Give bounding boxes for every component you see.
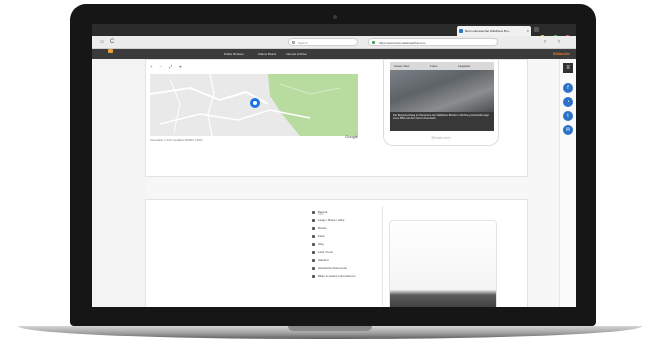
site-logo[interactable]: Bildarchiv xyxy=(553,49,570,59)
webcam xyxy=(333,15,337,19)
list-item[interactable]: Bilder & weitere Informationen xyxy=(312,274,392,282)
list-item[interactable]: Weg xyxy=(312,242,392,250)
bookmark-flag-icon xyxy=(108,49,113,53)
web-page: + − ⤢ ⌖ Kartendaten © 2017 GeoBasis-DE/B… xyxy=(92,59,576,307)
bookmarks-bar: Public libraries Claims Board Internet A… xyxy=(92,49,576,59)
bridge-photo[interactable] xyxy=(390,70,494,112)
google-logo: Google xyxy=(345,134,358,139)
search-icon xyxy=(292,41,295,44)
info-icon xyxy=(312,211,315,214)
list-item[interactable]: Fluss xyxy=(312,234,392,242)
info-icon xyxy=(312,251,315,254)
favicon-icon xyxy=(459,29,463,33)
details-card: Bauzeit 1908 Länge / Breite / Höhe Brück… xyxy=(145,199,528,307)
list-item[interactable]: Historische Dokumente xyxy=(312,266,392,274)
info-icon xyxy=(312,227,315,230)
home-icon[interactable]: ⌂ xyxy=(100,37,104,47)
forward-icon[interactable]: › xyxy=(544,37,546,47)
search-input[interactable]: Search xyxy=(288,38,358,46)
address-bar[interactable]: https://www.bermudianwachat.com xyxy=(368,38,498,46)
left-margin xyxy=(92,59,145,307)
search-placeholder: Search xyxy=(298,41,308,45)
panorama-image[interactable] xyxy=(389,220,497,307)
info-icon xyxy=(312,267,315,270)
photo-tabs: Street View Fotos Lageplan xyxy=(390,62,494,70)
twitter-share-icon[interactable]: t xyxy=(563,111,573,121)
map-view[interactable] xyxy=(150,74,358,136)
reload-icon[interactable]: C xyxy=(110,37,114,47)
tab-site-plan[interactable]: Lageplan xyxy=(458,62,470,70)
list-item[interactable]: Länge / Breite / Höhe xyxy=(312,218,392,226)
right-sidebar: ≡ f ◔ t ✉ xyxy=(559,59,576,307)
browser-titlebar: Bermudianwachat Waldhaus Bru... × xyxy=(92,24,576,40)
photo-watermark-logo: Bildarchiv xyxy=(431,135,451,140)
list-item[interactable]: Brücke xyxy=(312,226,392,234)
locate-button[interactable]: ⌖ xyxy=(179,64,181,69)
zoom-in-button[interactable]: + xyxy=(150,64,152,69)
bookmark-item[interactable]: Claims Board xyxy=(258,49,276,59)
menu-button[interactable]: ≡ xyxy=(563,63,573,73)
lock-icon xyxy=(372,41,375,44)
tab-close-icon[interactable]: × xyxy=(527,26,529,36)
laptop-screen: Bermudianwachat Waldhaus Bru... × ⌂ C Se… xyxy=(92,24,576,307)
url-text: https://www.bermudianwachat.com xyxy=(379,41,426,45)
info-icon xyxy=(312,243,315,246)
laptop-notch xyxy=(288,326,372,331)
map-footer: Kartendaten © 2017 GeoBasis-DE/BKG ©2009… xyxy=(150,134,358,144)
map-toolbar: + − ⤢ ⌖ xyxy=(150,62,350,72)
list-item[interactable]: Bauzeit 1908 xyxy=(312,210,392,218)
list-item[interactable]: Standort xyxy=(312,258,392,266)
info-icon xyxy=(312,259,315,262)
bookmark-item[interactable]: Internet Archive xyxy=(286,49,307,59)
facebook-share-icon[interactable]: f xyxy=(563,83,573,93)
column-divider xyxy=(382,206,383,306)
info-icon xyxy=(312,219,315,222)
location-card: + − ⤢ ⌖ Kartendaten © 2017 GeoBasis-DE/B… xyxy=(145,59,528,177)
photo-caption: Der Bergrutschweg im Panorama der Waldha… xyxy=(390,112,494,131)
photo-card: Street View Fotos Lageplan Der Bergrutsc… xyxy=(383,60,499,146)
map-attribution: Kartendaten © 2017 GeoBasis-DE/BKG ©2009 xyxy=(150,139,203,142)
fullscreen-button[interactable]: ⤢ xyxy=(169,64,172,69)
browser-tab[interactable]: Bermudianwachat Waldhaus Bru... × xyxy=(457,26,531,36)
back-icon[interactable]: ‹ xyxy=(558,37,560,47)
tab-street-view[interactable]: Street View xyxy=(394,62,409,70)
mail-share-icon[interactable]: ✉ xyxy=(563,125,573,135)
info-icon xyxy=(312,235,315,238)
map-graphic xyxy=(150,74,358,136)
history-icon[interactable]: ◔ xyxy=(563,97,573,107)
tab-title: Bermudianwachat Waldhaus Bru... xyxy=(465,29,512,33)
browser-toolbar: ⌂ C Search https://www.bermudianwachat.c… xyxy=(92,36,576,49)
zoom-out-button[interactable]: − xyxy=(159,64,161,69)
list-item[interactable]: Land / Kreis xyxy=(312,250,392,258)
bookmark-item[interactable]: Public libraries xyxy=(224,49,244,59)
info-icon xyxy=(312,275,315,278)
tab-photos[interactable]: Fotos xyxy=(430,62,438,70)
details-list: Bauzeit 1908 Länge / Breite / Höhe Brück… xyxy=(312,210,392,282)
